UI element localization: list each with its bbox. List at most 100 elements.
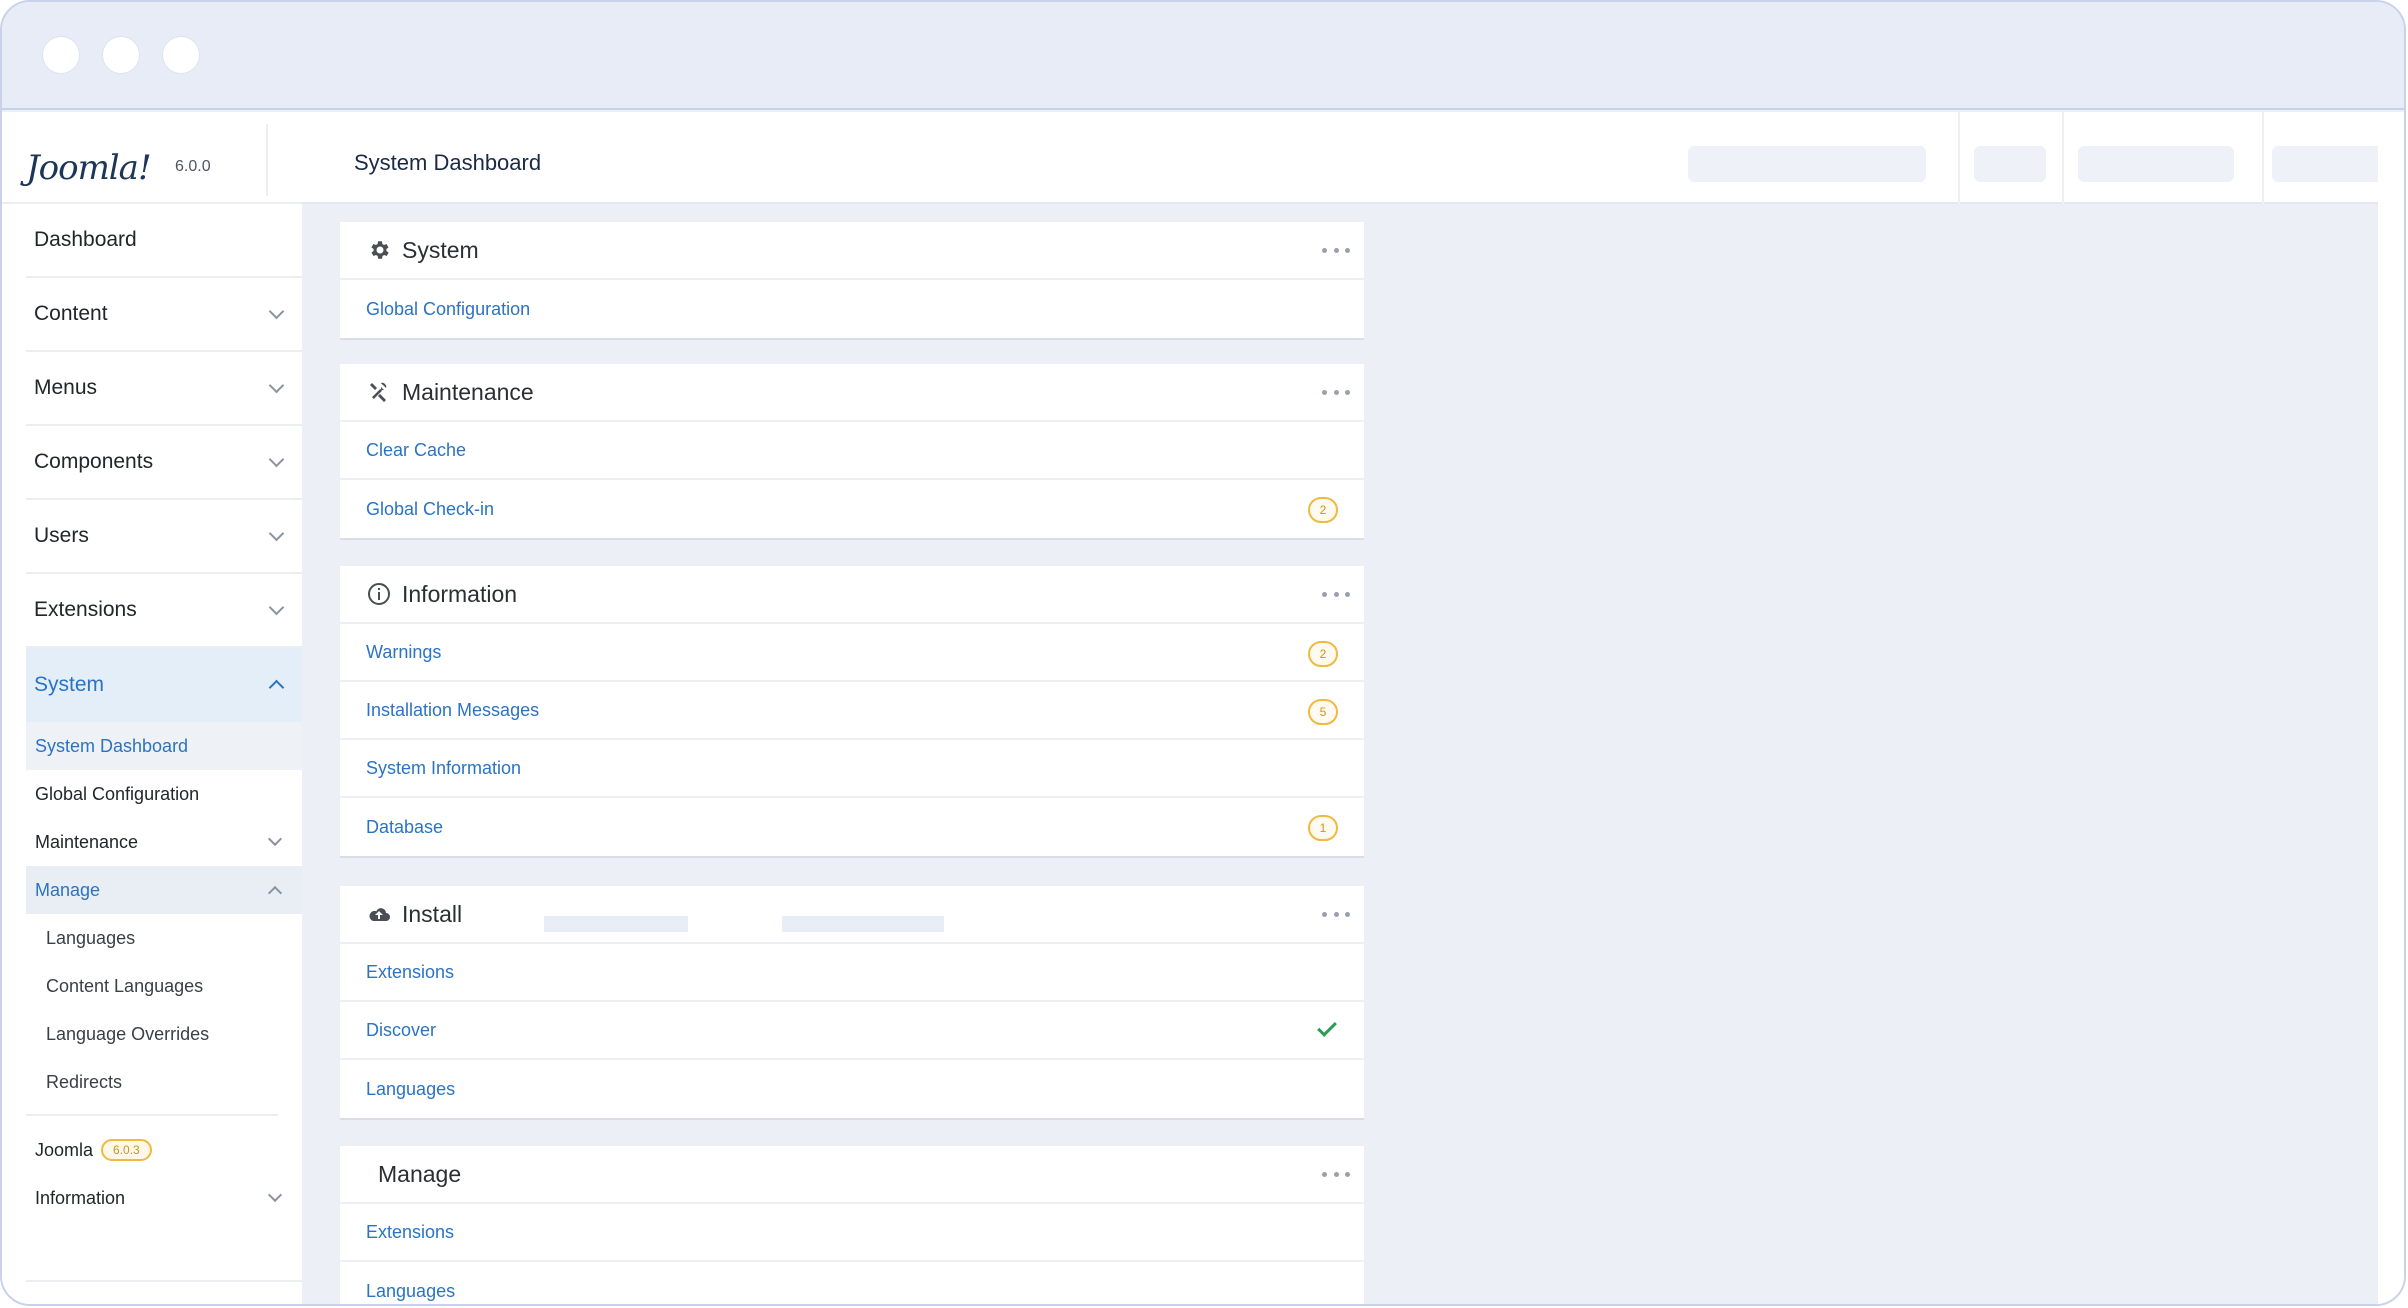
sidebar-subitem-system-dashboard[interactable]: System Dashboard [26,722,302,770]
link-database[interactable]: Database 1 [340,798,1364,856]
card-manage: Manage Extensions Languages [340,1146,1364,1304]
sidebar-item-label: System [34,673,105,696]
sidebar-subitem-maintenance[interactable]: Maintenance [26,818,302,866]
main-content: System Global Configuration Maintenance … [302,204,2382,1304]
sidebar-item-users[interactable]: Users [26,500,302,574]
chevron-down-icon [267,831,283,847]
header-divider [1958,112,1960,204]
link-global-configuration[interactable]: Global Configuration [340,280,1364,338]
link-installation-messages[interactable]: Installation Messages 5 [340,682,1364,740]
card-maintenance: Maintenance Clear Cache Global Check-in … [340,364,1364,540]
header-divider [2062,112,2064,204]
header-placeholder[interactable] [1688,146,1926,182]
link-install-languages[interactable]: Languages [340,1060,1364,1118]
sidebar-item-system[interactable]: System [26,648,302,722]
version-badge: 6.0.3 [101,1139,152,1161]
sidebar-divider [26,1114,278,1116]
sidebar-subitem-redirects[interactable]: Redirects [26,1058,302,1106]
window-control-maximize[interactable] [162,36,200,74]
cloud-upload-icon [366,901,392,927]
brand-divider [266,124,268,196]
chevron-down-icon [268,451,285,468]
right-edge [2378,112,2404,1304]
link-warnings[interactable]: Warnings 2 [340,624,1364,682]
joomla-logo[interactable]: Joomla! [26,148,152,188]
sidebar-item-content[interactable]: Content [26,278,302,352]
tools-icon [366,379,392,405]
sidebar-item-menus[interactable]: Menus [26,352,302,426]
sidebar-item-extensions[interactable]: Extensions [26,574,302,648]
row-label: Database [366,816,444,837]
row-label: Languages [366,1078,456,1099]
info-icon [366,581,392,607]
link-clear-cache[interactable]: Clear Cache [340,422,1364,480]
chevron-up-icon [268,679,285,696]
window-control-close[interactable] [42,36,80,74]
card-header: System [340,222,1364,280]
sidebar-subitem-label: Languages [46,927,136,948]
loading-placeholder [544,916,688,932]
count-badge: 2 [1308,641,1338,667]
sidebar-subitem-manage[interactable]: Manage [26,866,302,914]
link-install-extensions[interactable]: Extensions [340,944,1364,1002]
row-label: Global Configuration [366,298,531,319]
sidebar-divider [26,1280,302,1282]
row-label: Installation Messages [366,699,540,720]
sidebar-item-label: Dashboard [34,228,137,251]
window-control-minimize[interactable] [102,36,140,74]
sidebar: Joomla! 6.0.0 Dashboard Content Menus Co… [2,112,302,1304]
row-label: System Information [366,757,522,778]
row-label: Warnings [366,641,442,662]
sidebar-subitem-label: Redirects [46,1071,123,1092]
card-title: Maintenance [402,378,534,405]
sidebar-item-components[interactable]: Components [26,426,302,500]
sidebar-subitem-label: Content Languages [46,975,204,996]
header-placeholder[interactable] [2272,146,2384,182]
sidebar-nav: Dashboard Content Menus Components Users… [26,204,302,1222]
sidebar-subitem-global-configuration[interactable]: Global Configuration [26,770,302,818]
sidebar-item-dashboard[interactable]: Dashboard [26,204,302,278]
link-discover[interactable]: Discover [340,1002,1364,1060]
sidebar-subitem-languages[interactable]: Languages [26,914,302,962]
sidebar-subitem-label: Global Configuration [35,783,200,804]
sidebar-subitem-label: Language Overrides [46,1023,210,1044]
sidebar-subitem-label: Manage [35,879,101,900]
ellipsis-icon[interactable] [1322,380,1350,404]
ellipsis-icon[interactable] [1322,582,1350,606]
ellipsis-icon[interactable] [1322,902,1350,926]
card-title: Install [402,900,463,927]
sidebar-subitem-language-overrides[interactable]: Language Overrides [26,1010,302,1058]
row-label: Discover [366,1019,437,1040]
sidebar-item-label: Extensions [34,598,137,621]
card-title: Manage [378,1160,462,1187]
card-header: Install [340,886,1364,944]
check-icon [1317,1017,1337,1037]
row-label: Extensions [366,961,455,982]
link-manage-languages[interactable]: Languages [340,1262,1364,1304]
sidebar-subitem-information[interactable]: Information [26,1174,302,1222]
sidebar-subitem-label: System Dashboard [35,735,189,756]
link-system-information[interactable]: System Information [340,740,1364,798]
sidebar-subitem-joomla[interactable]: Joomla 6.0.3 [26,1126,302,1174]
ellipsis-icon[interactable] [1322,1162,1350,1186]
header-placeholder[interactable] [2078,146,2234,182]
loading-placeholder [782,916,944,932]
card-header: Manage [340,1146,1364,1204]
card-header: Information [340,566,1364,624]
gear-icon [366,237,392,263]
count-badge: 5 [1308,699,1338,725]
sidebar-subitem-label: Information [35,1187,126,1208]
link-global-check-in[interactable]: Global Check-in 2 [340,480,1364,538]
ellipsis-icon[interactable] [1322,238,1350,262]
sidebar-subitem-label: Maintenance [35,831,139,852]
link-manage-extensions[interactable]: Extensions [340,1204,1364,1262]
sidebar-item-label: Content [34,302,108,325]
sidebar-subitem-content-languages[interactable]: Content Languages [26,962,302,1010]
card-information: Information Warnings 2 Installation Mess… [340,566,1364,858]
count-badge: 1 [1308,815,1338,841]
sidebar-item-label: Components [34,450,154,473]
sidebar-subitem-label: Joomla [35,1139,94,1160]
app-window: Joomla! 6.0.0 Dashboard Content Menus Co… [0,0,2406,1306]
header-placeholder[interactable] [1974,146,2046,182]
page-title: System Dashboard [354,150,542,175]
